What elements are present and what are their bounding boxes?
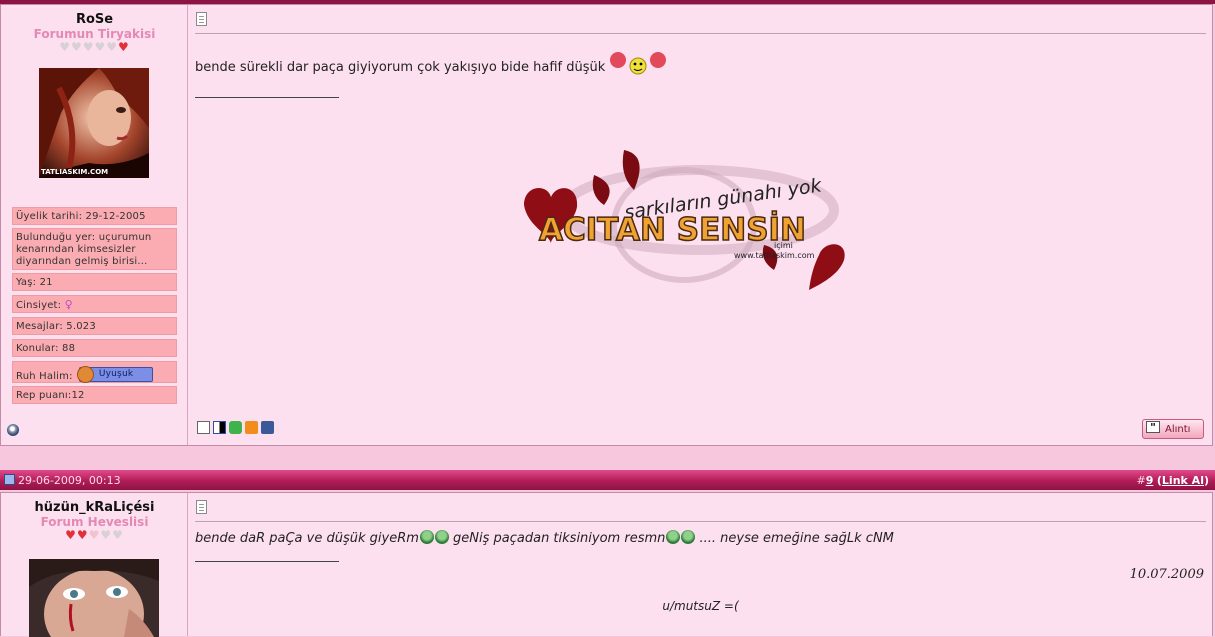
post-message: bende daR paÇa ve düşük giyeRm geNiş paç…: [195, 530, 894, 546]
old-post-icon: [4, 474, 15, 485]
heart-filled-icon: ♥: [65, 528, 77, 542]
join-date: Üyelik tarihi: 29-12-2005: [12, 207, 177, 225]
user-rank: Forum Heveslisi: [40, 515, 149, 529]
topic-count: Konular: 88: [12, 339, 177, 357]
heart-empty-icon: ♥: [59, 40, 71, 54]
crying-smiley-icon: [419, 530, 434, 544]
location: Bulunduğu yer: uçurumun kenarından kimse…: [12, 228, 177, 270]
gender: Cinsiyet: ♀: [12, 295, 177, 313]
post-1: RoSe Forumun Tiryakisi ♥♥♥♥♥♥ TATLIASKIM…: [0, 4, 1213, 446]
quote-label: Alıntı: [1165, 424, 1191, 435]
post-number-link[interactable]: 9: [1146, 474, 1154, 487]
post-message-text: bende sürekli dar paça giyiyorum çok yak…: [195, 60, 606, 75]
delicious-icon[interactable]: [213, 421, 226, 434]
username[interactable]: hüzün_kRaLiçési: [1, 500, 188, 515]
pompom-smiley-icon: [609, 51, 667, 77]
post-2: hüzün_kRaLiçési Forum Heveslisi ♥♥♥♥♥ be…: [0, 492, 1213, 637]
mood-label: Ruh Halim:: [16, 371, 73, 382]
mood-value: Uyuşuk: [98, 369, 134, 379]
mood-face-icon: [77, 366, 95, 383]
post-2-content: bende daR paÇa ve düşük giyeRm geNiş paç…: [189, 493, 1212, 636]
heart-empty-icon: ♥: [88, 528, 101, 542]
post-2-datetime: 29-06-2009, 00:13: [4, 474, 121, 487]
facebook-icon[interactable]: [261, 421, 274, 434]
post-2-datetime-text: 29-06-2009, 00:13: [18, 474, 121, 487]
furl-icon[interactable]: [245, 421, 258, 434]
heart-empty-icon: ♥: [100, 528, 113, 542]
signature-text: u/mutsuZ =(: [662, 599, 739, 613]
heart-filled-icon: ♥: [76, 528, 89, 542]
signature-banner: şarkıların günahı yok ACITAN SENSİN içim…: [524, 150, 845, 290]
quote-button[interactable]: " Alıntı: [1142, 419, 1204, 439]
crying-smiley-icon: [681, 530, 696, 544]
post-message: bende sürekli dar paça giyiyorum çok yak…: [195, 51, 667, 77]
post-divider: [195, 33, 1206, 34]
user-rank: Forumun Tiryakisi: [33, 27, 156, 41]
avatar[interactable]: [29, 559, 159, 637]
post-1-user-sidebar: RoSe Forumun Tiryakisi ♥♥♥♥♥♥ TATLIASKIM…: [1, 5, 188, 445]
gender-label: Cinsiyet:: [16, 300, 62, 311]
avatar-image: [29, 559, 159, 637]
post-2-user-sidebar: hüzün_kRaLiçési Forum Heveslisi ♥♥♥♥♥: [1, 493, 188, 637]
post-divider: [195, 521, 1206, 522]
crying-smiley-icon: [434, 530, 449, 544]
signature-separator: [195, 97, 339, 98]
heart-empty-icon: ♥: [94, 40, 107, 54]
heart-empty-icon: ♥: [106, 40, 119, 54]
heart-empty-icon: ♥: [82, 40, 95, 54]
digg-icon[interactable]: [197, 421, 210, 434]
post-message-part-2: geNiş paçadan tiksiniyom resmn: [448, 531, 666, 546]
quote-icon: ": [1146, 421, 1160, 434]
message-count: Mesajlar: 5.023: [12, 317, 177, 335]
link-close-paren: ): [1203, 474, 1209, 487]
reputation-hearts: ♥♥♥♥♥♥: [1, 40, 188, 54]
username[interactable]: RoSe: [1, 12, 188, 27]
avatar[interactable]: TATLIASKIM.COM: [39, 68, 149, 178]
post-message-part-1: bende daR paÇa ve düşük giyeRm: [195, 531, 419, 546]
mood: Ruh Halim: Uyuşuk: [12, 361, 177, 383]
heart-empty-icon: ♥: [112, 528, 124, 542]
post-number-prefix: #: [1136, 474, 1146, 487]
mood-badge: Uyuşuk: [77, 366, 154, 383]
rep-points: Rep puanı:12: [12, 386, 177, 404]
get-link-button[interactable]: Link Al: [1162, 474, 1204, 487]
avatar-watermark: TATLIASKIM.COM: [41, 168, 109, 176]
signature-date: 10.07.2009: [1129, 567, 1204, 582]
post-2-header: 29-06-2009, 00:13 #9 (Link Al): [0, 470, 1215, 490]
offline-status-icon[interactable]: [7, 424, 19, 436]
avatar-image: [39, 68, 149, 178]
banner-url: www.tatliaskim.com: [734, 251, 815, 260]
post-1-content: bende sürekli dar paça giyiyorum çok yak…: [189, 5, 1212, 445]
social-share-icons: [197, 421, 277, 435]
signature-separator: [195, 561, 339, 562]
post-separator: [0, 446, 1215, 470]
reputation-hearts: ♥♥♥♥♥: [1, 528, 188, 542]
post-document-icon: [196, 500, 207, 514]
heart-filled-icon: ♥: [118, 40, 130, 54]
post-number: #9 (Link Al): [1137, 474, 1209, 487]
heart-empty-icon: ♥: [70, 40, 83, 54]
female-icon: ♀: [64, 298, 73, 311]
crying-smiley-icon: [666, 530, 681, 544]
post-message-part-3: .... neyse emeğine sağLk cNM: [695, 531, 894, 546]
banner-title: ACITAN SENSİN: [539, 212, 806, 248]
age: Yaş: 21: [12, 273, 177, 291]
technorati-icon[interactable]: [229, 421, 242, 434]
banner-small-word: içimi: [774, 241, 793, 250]
post-document-icon: [196, 12, 207, 26]
